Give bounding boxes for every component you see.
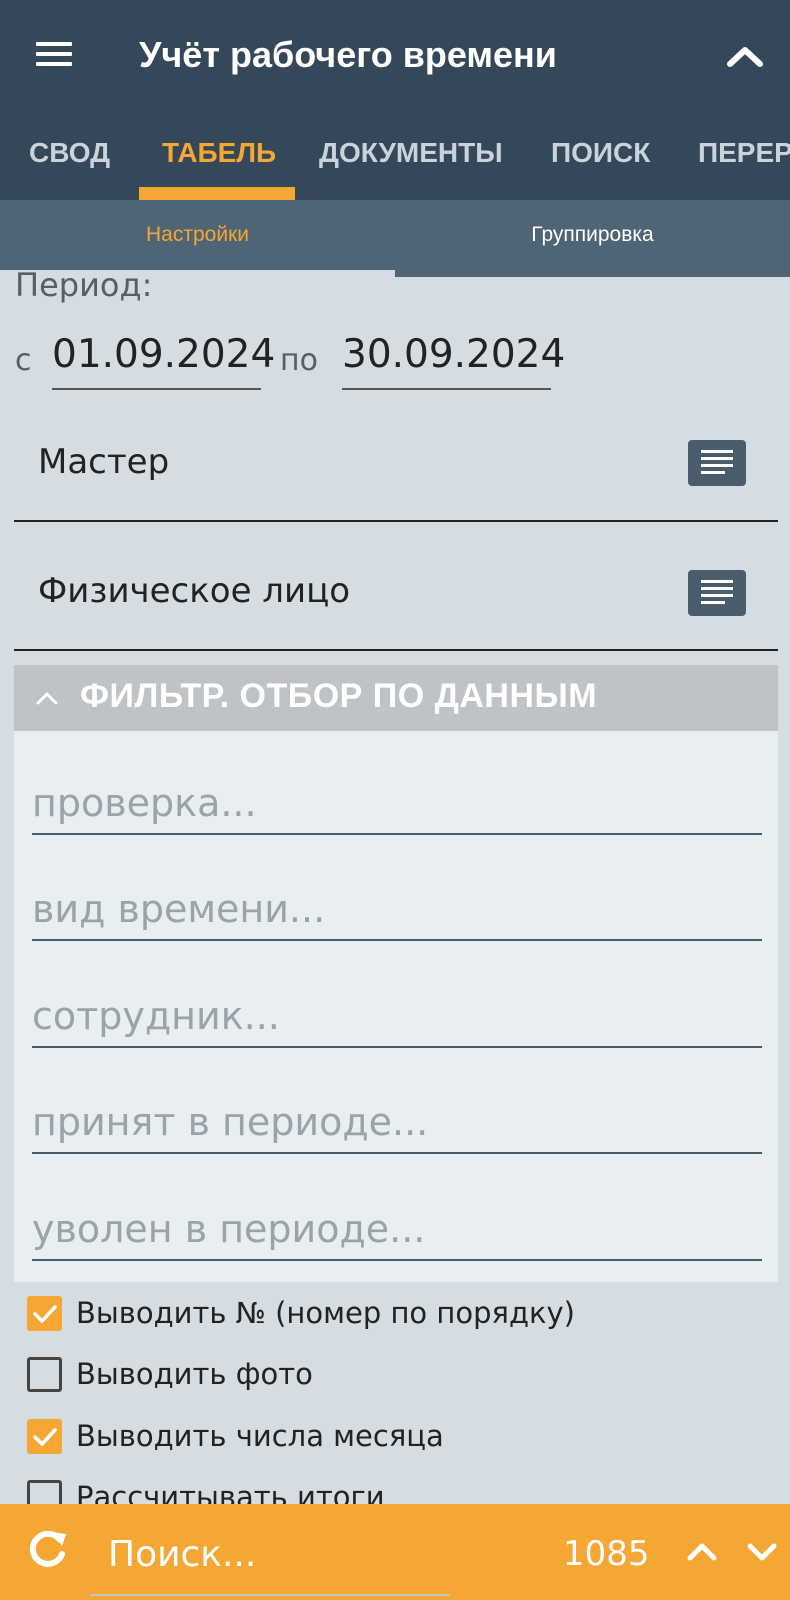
checkbox-checked[interactable] (27, 1296, 62, 1331)
list-icon[interactable] (688, 440, 746, 486)
result-count: 1085 (563, 1534, 650, 1574)
fired-filter-input[interactable]: уволен в периоде... (32, 1201, 762, 1261)
app-bar: Учёт рабочего времени СВОД ТАБЕЛЬ ДОКУМЕ… (0, 0, 790, 200)
refresh-icon[interactable] (22, 1524, 72, 1574)
to-label: по (280, 343, 318, 378)
app-title: Учёт рабочего времени (139, 34, 557, 75)
person-label: Физическое лицо (38, 571, 351, 611)
tab-recalc[interactable]: ПЕРЕРАСЧЁТ (698, 137, 790, 200)
bottom-search-bar: Поиск... 1085 (0, 1504, 790, 1600)
tab-search[interactable]: ПОИСК (551, 137, 650, 200)
check-filter-input[interactable]: проверка... (32, 775, 762, 835)
hired-filter-input[interactable]: принят в периоде... (32, 1094, 762, 1154)
checkbox-unchecked[interactable] (27, 1357, 62, 1392)
chevron-down-icon[interactable] (742, 1534, 782, 1570)
menu-icon[interactable] (28, 36, 80, 72)
chevron-up-icon[interactable] (682, 1534, 722, 1570)
tab-svod[interactable]: СВОД (29, 137, 110, 200)
filter-header[interactable]: ФИЛЬТР. ОТБОР ПО ДАННЫМ (14, 665, 778, 731)
chevron-up-icon (32, 683, 62, 713)
from-label: с (15, 343, 32, 378)
date-to-field[interactable]: 30.09.2024 (342, 332, 565, 390)
period-label: Период: (15, 266, 153, 304)
option-label: Выводить № (номер по порядку) (76, 1296, 575, 1330)
active-tab-indicator (139, 187, 295, 200)
checkbox-checked[interactable] (27, 1419, 62, 1454)
option-label: Выводить числа месяца (76, 1419, 444, 1453)
list-icon[interactable] (688, 570, 746, 616)
employee-filter-input[interactable]: сотрудник... (32, 988, 762, 1048)
search-input[interactable]: Поиск... (90, 1518, 450, 1596)
tab-documents[interactable]: ДОКУМЕНТЫ (319, 137, 503, 200)
date-from-field[interactable]: 01.09.2024 (52, 332, 275, 390)
chevron-up-icon[interactable] (720, 36, 770, 76)
option-label: Выводить фото (76, 1357, 313, 1391)
master-label: Мастер (38, 442, 170, 482)
search-placeholder: Поиск... (108, 1534, 257, 1575)
filter-title: ФИЛЬТР. ОТБОР ПО ДАННЫМ (80, 677, 598, 715)
person-selector[interactable]: Физическое лицо (14, 531, 778, 651)
subtab-grouping[interactable]: Группировка (395, 200, 790, 277)
master-selector[interactable]: Мастер (14, 402, 778, 522)
time-type-filter-input[interactable]: вид времени... (32, 881, 762, 941)
main-tabs: СВОД ТАБЕЛЬ ДОКУМЕНТЫ ПОИСК ПЕРЕРАСЧЁТ (0, 125, 790, 200)
filter-body: проверка... вид времени... сотрудник... … (14, 731, 778, 1282)
